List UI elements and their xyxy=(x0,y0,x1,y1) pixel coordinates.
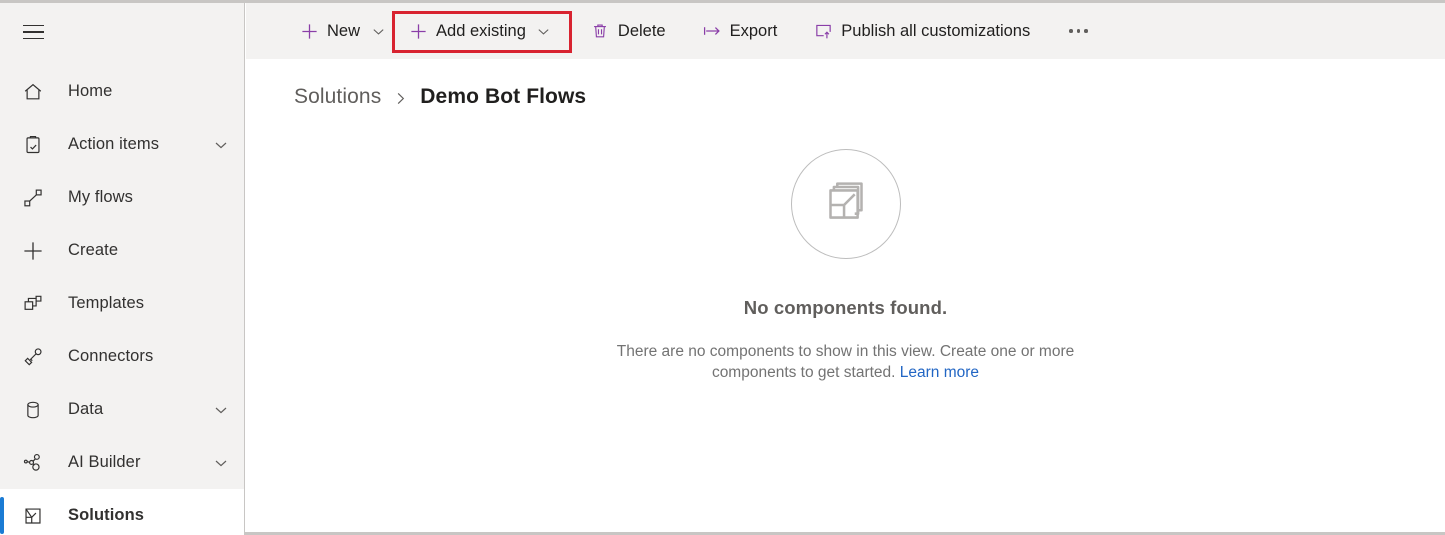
export-icon xyxy=(702,21,722,41)
sidebar-item-label: Solutions xyxy=(68,506,145,524)
ai-builder-icon xyxy=(16,449,50,477)
chevron-down-icon[interactable] xyxy=(536,23,552,39)
empty-state-description: There are no components to show in this … xyxy=(611,341,1081,383)
publish-button-label: Publish all customizations xyxy=(841,21,1031,40)
main-content: New Add existing Delete Export Publish a… xyxy=(246,3,1445,532)
menu-icon[interactable] xyxy=(16,15,50,49)
chevron-down-icon[interactable] xyxy=(212,454,230,472)
dot-icon xyxy=(1084,29,1088,33)
sidebar-item-solutions[interactable]: Solutions xyxy=(0,489,244,535)
sidebar-item-label: Templates xyxy=(68,294,145,312)
connectors-icon xyxy=(16,343,50,371)
plus-icon xyxy=(299,21,319,41)
dot-icon xyxy=(1069,29,1073,33)
add-existing-button-label: Add existing xyxy=(436,21,526,40)
breadcrumb: Solutions Demo Bot Flows xyxy=(246,59,1445,109)
chevron-right-icon xyxy=(393,89,408,106)
publish-all-customizations-button[interactable]: Publish all customizations xyxy=(802,11,1041,51)
solutions-icon xyxy=(16,502,50,530)
export-button-label: Export xyxy=(729,21,778,40)
sidebar-item-ai-builder[interactable]: AI Builder xyxy=(0,436,244,489)
sidebar-item-label: My flows xyxy=(68,188,133,206)
empty-state-description-text: There are no components to show in this … xyxy=(616,343,1075,381)
more-commands-button[interactable] xyxy=(1055,14,1102,48)
sidebar-item-home[interactable]: Home xyxy=(0,65,244,118)
sidebar-item-connectors[interactable]: Connectors xyxy=(0,330,244,383)
sidebar-item-label: AI Builder xyxy=(68,453,141,471)
sidebar-item-templates[interactable]: Templates xyxy=(0,277,244,330)
sidebar-item-label: Data xyxy=(68,400,104,418)
add-existing-button[interactable]: Add existing xyxy=(397,11,563,51)
delete-button-label: Delete xyxy=(617,21,666,40)
app-window: Home Action items My flows Create Templa… xyxy=(0,0,1445,535)
plus-icon xyxy=(408,21,428,41)
new-button[interactable]: New xyxy=(288,11,397,51)
home-icon xyxy=(16,78,50,106)
sidebar-item-action-items[interactable]: Action items xyxy=(0,118,244,171)
sidebar-item-data[interactable]: Data xyxy=(0,383,244,436)
sidebar-item-create[interactable]: Create xyxy=(0,224,244,277)
page-title: Demo Bot Flows xyxy=(420,85,587,108)
empty-state-title: No components found. xyxy=(743,297,948,318)
trash-icon xyxy=(590,21,610,41)
sidebar-item-my-flows[interactable]: My flows xyxy=(0,171,244,224)
chevron-down-icon[interactable] xyxy=(370,23,386,39)
empty-state: No components found. There are no compon… xyxy=(246,149,1445,383)
clipboard-check-icon xyxy=(16,131,50,159)
dot-icon xyxy=(1076,29,1081,33)
sidebar-item-label: Create xyxy=(68,241,119,259)
command-bar: New Add existing Delete Export Publish a… xyxy=(246,3,1445,59)
sidebar-item-label: Home xyxy=(68,82,113,100)
chevron-down-icon[interactable] xyxy=(212,401,230,419)
publish-icon xyxy=(813,21,833,41)
sidebar-item-label: Action items xyxy=(68,135,160,153)
breadcrumb-root-link[interactable]: Solutions xyxy=(294,85,381,109)
flow-icon xyxy=(16,184,50,212)
new-button-label: New xyxy=(327,21,361,40)
export-button[interactable]: Export xyxy=(691,11,789,51)
delete-button[interactable]: Delete xyxy=(579,11,677,51)
hamburger-wrap xyxy=(0,3,244,61)
learn-more-link[interactable]: Learn more xyxy=(900,364,979,381)
chevron-down-icon[interactable] xyxy=(212,136,230,154)
solution-empty-icon xyxy=(790,149,901,259)
sidebar-item-label: Connectors xyxy=(68,347,154,365)
templates-icon xyxy=(16,290,50,318)
plus-icon xyxy=(16,237,50,265)
sidebar: Home Action items My flows Create Templa… xyxy=(0,3,245,535)
sidebar-nav-list: Home Action items My flows Create Templa… xyxy=(0,61,244,535)
database-icon xyxy=(16,396,50,424)
